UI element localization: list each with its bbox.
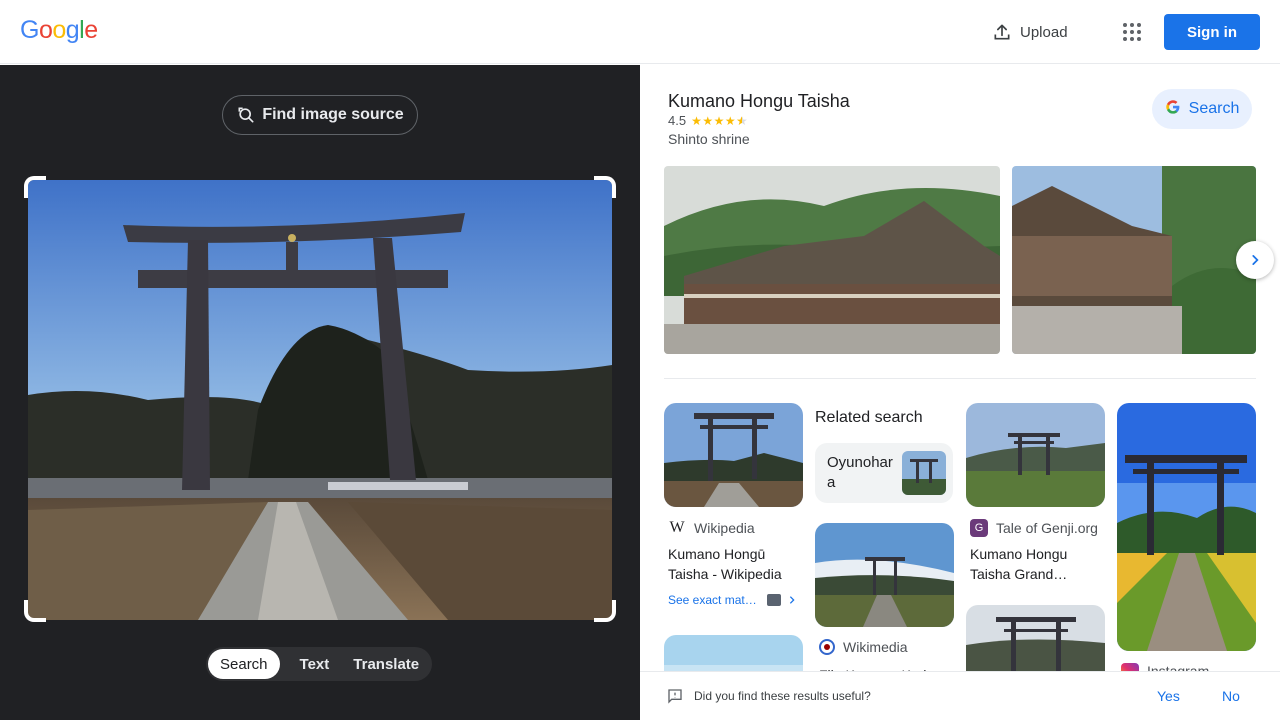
google-search-button[interactable]: Search [1152, 89, 1252, 129]
lens-image-pane: Find image source Search Text Translate [0, 65, 640, 720]
rating-row: 4.5 ★★★★★★ [668, 113, 748, 128]
top-header: Google Upload Sign in [0, 0, 1280, 64]
place-type: Shinto shrine [668, 131, 750, 147]
query-image-torii [28, 180, 612, 620]
chevron-right-icon [789, 596, 795, 604]
wikipedia-icon: W [669, 519, 685, 536]
source-wikipedia[interactable]: W Wikipedia [668, 519, 755, 537]
google-g-icon [1165, 99, 1181, 120]
knowledge-panel-title[interactable]: Kumano Hongu Taisha [668, 91, 850, 112]
next-images-button[interactable] [1236, 241, 1274, 279]
related-search-chip[interactable]: Oyunohara [815, 443, 953, 503]
related-search-label: Oyunohara [827, 454, 893, 491]
upload-button[interactable]: Upload [992, 20, 1068, 44]
result-thumb-wikipedia[interactable] [664, 403, 803, 507]
result-title-wikipedia[interactable]: Kumano Hongū Taisha - Wikipedia [668, 544, 808, 584]
related-search-thumb [902, 451, 946, 495]
result-thumb-instagram[interactable] [1117, 403, 1256, 651]
result-title-genji[interactable]: Kumano Hongu Taisha Grand… [970, 544, 1110, 584]
google-logo[interactable]: Google [20, 16, 98, 45]
logo-letter: o [38, 16, 53, 44]
crop-corner-top-right[interactable] [594, 176, 616, 198]
lens-search-icon [238, 107, 254, 123]
shrine-photo-1[interactable] [664, 166, 1000, 354]
related-search-heading: Related search [815, 409, 923, 426]
sign-in-button[interactable]: Sign in [1164, 14, 1260, 50]
result-thumb-genji[interactable] [966, 403, 1105, 507]
feedback-icon [668, 689, 682, 704]
genji-site-icon: G [970, 519, 988, 537]
feedback-bar: Did you find these results useful? Yes N… [640, 671, 1280, 720]
find-image-source-button[interactable]: Find image source [222, 95, 418, 135]
mini-thumb-icon [766, 594, 781, 606]
find-image-source-label: Find image source [262, 106, 404, 123]
shrine-photo-2[interactable] [1012, 166, 1256, 354]
logo-letter: g [65, 16, 80, 44]
star-rating-icon: ★★★★★★ [691, 113, 749, 128]
results-pane: Kumano Hongu Taisha 4.5 ★★★★★★ Shinto sh… [640, 65, 1280, 720]
result-thumb-wikimedia[interactable] [815, 523, 954, 627]
feedback-yes-button[interactable]: Yes [1157, 688, 1180, 704]
section-divider [664, 378, 1256, 379]
lens-mode-selector: Search Text Translate [206, 647, 432, 681]
crop-corner-bottom-right[interactable] [594, 600, 616, 622]
logo-letter: e [84, 16, 98, 44]
feedback-no-button[interactable]: No [1222, 688, 1240, 704]
logo-letter: o [52, 16, 66, 44]
upload-label: Upload [1020, 23, 1068, 41]
mode-text-tab[interactable]: Text [280, 649, 344, 679]
chevron-right-icon [1252, 255, 1259, 265]
crop-corner-top-left[interactable] [24, 176, 46, 198]
source-name: Wikimedia [843, 639, 908, 655]
source-name: Wikipedia [694, 520, 755, 536]
wikimedia-icon [819, 639, 835, 655]
search-button-label: Search [1188, 100, 1240, 117]
apps-grid-icon[interactable] [1120, 20, 1144, 44]
source-wikimedia[interactable]: Wikimedia [819, 639, 908, 655]
source-name: Instagram [1147, 663, 1210, 671]
logo-letter: G [20, 16, 39, 44]
source-name: Tale of Genji.org [996, 520, 1098, 536]
see-exact-label: See exact mat… [668, 593, 757, 607]
instagram-icon [1121, 663, 1139, 671]
source-genji[interactable]: G Tale of Genji.org [970, 519, 1098, 537]
feedback-question: Did you find these results useful? [694, 689, 871, 703]
mode-translate-tab[interactable]: Translate [343, 649, 429, 679]
source-instagram[interactable]: Instagram [1121, 663, 1209, 671]
rating-value: 4.5 [668, 113, 687, 128]
mode-search-tab[interactable]: Search [208, 649, 280, 679]
crop-corner-bottom-left[interactable] [24, 600, 46, 622]
upload-icon [994, 24, 1010, 40]
see-exact-matches-link[interactable]: See exact mat… [668, 593, 797, 607]
